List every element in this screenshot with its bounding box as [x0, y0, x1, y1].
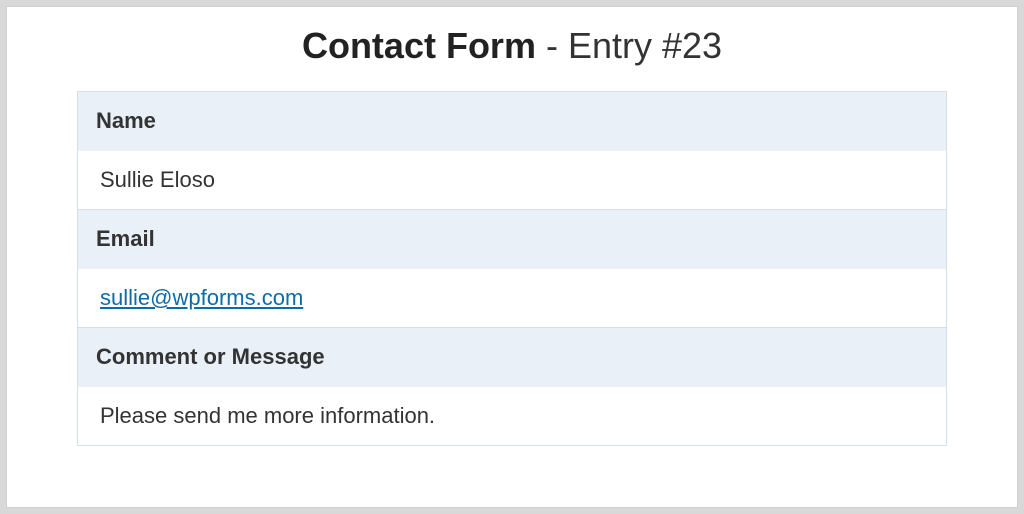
form-name: Contact Form: [302, 25, 536, 66]
entry-number: - Entry #23: [536, 25, 722, 66]
entry-title: Contact Form - Entry #23: [77, 25, 947, 67]
email-link[interactable]: sullie@wpforms.com: [100, 285, 303, 310]
entry-fields-table: Name Sullie Eloso Email sullie@wpforms.c…: [77, 91, 947, 446]
field-value-name: Sullie Eloso: [78, 150, 946, 209]
entry-card: Contact Form - Entry #23 Name Sullie Elo…: [6, 6, 1018, 508]
field-value-email: sullie@wpforms.com: [78, 268, 946, 327]
field-label-comment: Comment or Message: [78, 327, 946, 386]
field-label-name: Name: [78, 92, 946, 150]
field-label-email: Email: [78, 209, 946, 268]
field-value-comment: Please send me more information.: [78, 386, 946, 445]
